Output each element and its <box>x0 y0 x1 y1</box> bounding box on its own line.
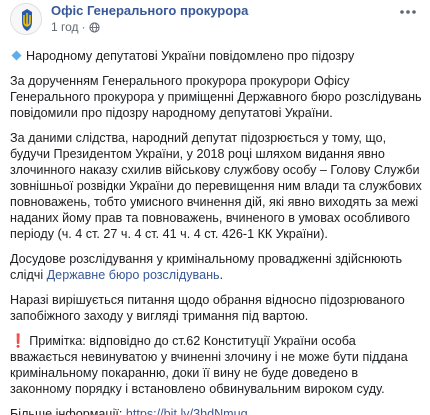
paragraph-3-end: . <box>219 268 224 282</box>
more-info-label: Більше інформації: <box>10 407 126 415</box>
exclamation-icon: ❗ <box>10 333 27 348</box>
globe-icon <box>88 21 100 33</box>
post-body: Народному депутатові України повідомлено… <box>10 48 422 415</box>
paragraph-2: За даними слідства, народний депутат під… <box>10 131 422 241</box>
page-name-link[interactable]: Офіс Генерального прокурора <box>51 3 248 18</box>
blue-diamond-icon <box>11 50 22 61</box>
meta-separator: · <box>81 20 86 34</box>
paragraph-5: ❗ Примітка: відповідно до ст.62 Конституц… <box>10 333 422 397</box>
paragraph-3: Досудове розслідування у кримінальному п… <box>10 251 422 283</box>
paragraph-6: Більше інформації: https://bit.ly/3hdNmu… <box>10 406 422 415</box>
post-header: Офіс Генерального прокурора 1 год · <box>10 3 420 43</box>
post-timestamp[interactable]: 1 год <box>51 20 79 34</box>
post-intro: Народному депутатові України повідомлено… <box>10 48 422 64</box>
post-meta: 1 год · <box>51 20 100 34</box>
paragraph-1: За дорученням Генерального прокурора про… <box>10 74 422 120</box>
ellipsis-icon[interactable] <box>398 6 418 18</box>
note-text: Примітка: відповідно до ст.62 Конституці… <box>10 334 408 396</box>
page-avatar[interactable] <box>10 3 42 35</box>
coat-of-arms-icon <box>11 4 41 34</box>
dbr-page-link[interactable]: Державне бюро розслідувань <box>47 268 220 282</box>
more-info-link[interactable]: https://bit.ly/3hdNmug <box>126 407 248 415</box>
intro-text: Народному депутатові України повідомлено… <box>26 49 355 63</box>
paragraph-4: Наразі вирішується питання щодо обрання … <box>10 293 405 323</box>
